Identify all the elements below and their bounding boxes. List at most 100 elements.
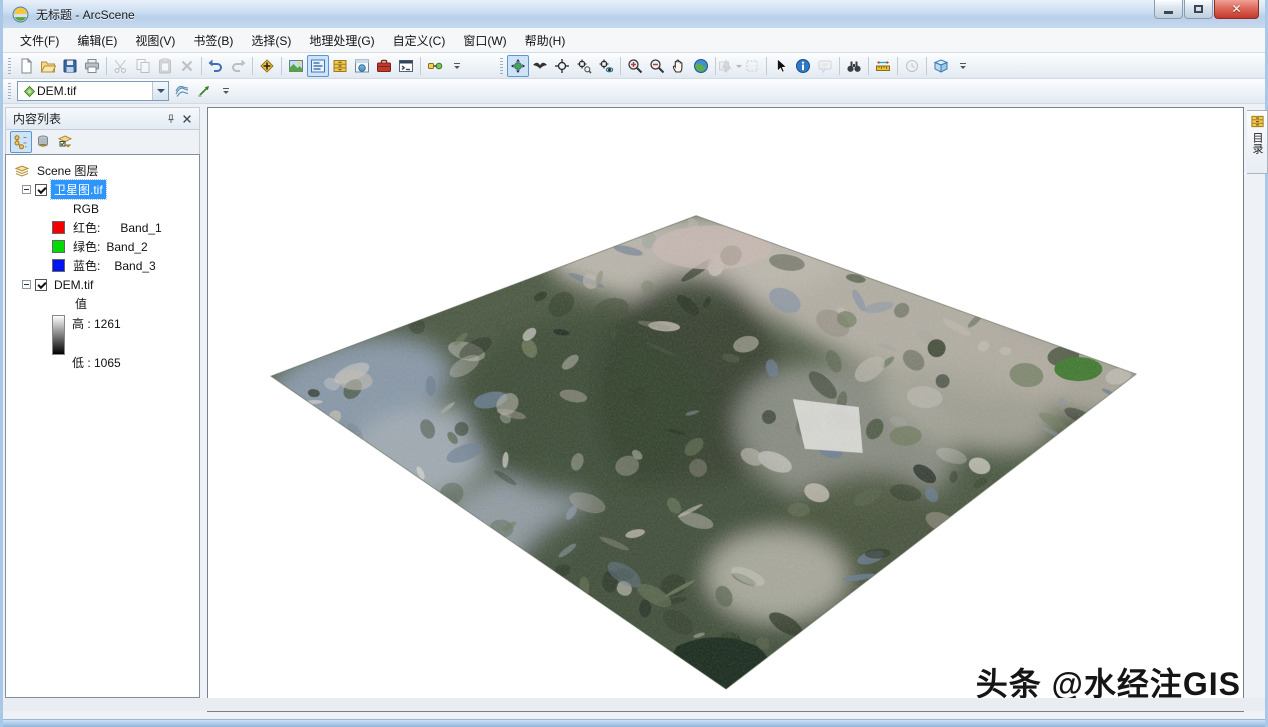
- measure-ruler-icon: [875, 58, 891, 74]
- interpolate-contour-button[interactable]: [171, 80, 193, 102]
- window-titlebar[interactable]: 无标题 - ArcScene ✕: [3, 0, 1265, 28]
- overflow-chevron-icon: [218, 83, 234, 99]
- list-by-source-button[interactable]: [32, 131, 54, 153]
- toolbar-separator: [420, 57, 421, 75]
- menu-customize[interactable]: 自定义(C): [384, 29, 455, 52]
- scene-layers-root[interactable]: Scene 图层: [6, 161, 199, 180]
- select-features-arrow-icon: [718, 58, 734, 74]
- search-window-button[interactable]: [351, 55, 373, 77]
- floppy-icon: [62, 58, 78, 74]
- toc-tree: Scene 图层 卫星图.tif RGB 红色: Band_1: [5, 154, 200, 698]
- minimize-button[interactable]: [1154, 0, 1183, 19]
- open-button[interactable]: [37, 55, 59, 77]
- layer-select-combo[interactable]: DEM.tif: [17, 81, 169, 101]
- toolbar-separator: [252, 57, 253, 75]
- select-elements-button[interactable]: [770, 55, 792, 77]
- dem-layer-name[interactable]: DEM.tif: [51, 277, 96, 293]
- steepest-path-button[interactable]: [193, 80, 215, 102]
- scene-root-label: Scene 图层: [34, 161, 101, 180]
- identify-button[interactable]: [792, 55, 814, 77]
- zoom-in-button[interactable]: [624, 55, 646, 77]
- toolbar-options-button[interactable]: [215, 80, 237, 102]
- contour-lines-icon: [174, 83, 190, 99]
- toolbar-row-1: [3, 53, 1265, 79]
- pan-button[interactable]: [668, 55, 690, 77]
- python-window-button[interactable]: [395, 55, 417, 77]
- copy-button: [132, 55, 154, 77]
- combo-dropdown-button[interactable]: [152, 82, 168, 100]
- collapse-expander[interactable]: [22, 185, 31, 194]
- toc-list-icon: [310, 58, 326, 74]
- html-popup-button: [814, 55, 836, 77]
- list-by-drawing-order-button[interactable]: [10, 131, 32, 153]
- center-on-target-button[interactable]: [551, 55, 573, 77]
- zoom-to-target-button[interactable]: [573, 55, 595, 77]
- menu-bar: 文件(F)编辑(E)视图(V)书签(B)选择(S)地理处理(G)自定义(C)窗口…: [3, 28, 1265, 53]
- toolbar-options-button[interactable]: [952, 55, 974, 77]
- scene-properties-button[interactable]: [930, 55, 952, 77]
- menu-bookmarks[interactable]: 书签(B): [184, 29, 242, 52]
- close-button[interactable]: ✕: [1214, 0, 1259, 19]
- fly-button[interactable]: [529, 55, 551, 77]
- save-button[interactable]: [59, 55, 81, 77]
- toolbar-separator: [766, 57, 767, 75]
- find-button[interactable]: [843, 55, 865, 77]
- toc-header: 内容列表: [5, 107, 200, 129]
- paste-button: [154, 55, 176, 77]
- window-title: 无标题 - ArcScene: [36, 6, 135, 23]
- zoom-target-icon: [576, 58, 592, 74]
- toolbar-options-button[interactable]: [446, 55, 468, 77]
- toolbar-grip[interactable]: [8, 58, 11, 74]
- full-extent-button[interactable]: [690, 55, 712, 77]
- panel-close-button[interactable]: [179, 111, 195, 126]
- clear-selection-icon: [744, 58, 760, 74]
- toolbar-grip[interactable]: [8, 83, 11, 99]
- print-button[interactable]: [81, 55, 103, 77]
- dem-legend: 高 : 1261 低 : 1065: [52, 315, 199, 371]
- standard-toolbar: [3, 53, 471, 78]
- modelbuilder-button[interactable]: [424, 55, 446, 77]
- navigate-button[interactable]: [507, 55, 529, 77]
- table-of-contents-button[interactable]: [307, 55, 329, 77]
- collapse-expander[interactable]: [22, 280, 31, 289]
- list-by-visibility-button[interactable]: [54, 131, 76, 153]
- menu-window[interactable]: 窗口(W): [454, 29, 515, 52]
- dem-layer-checkbox[interactable]: [35, 279, 47, 291]
- toolbar-separator: [897, 57, 898, 75]
- terminal-window-icon: [398, 58, 414, 74]
- menu-selection[interactable]: 选择(S): [242, 29, 300, 52]
- scene-viewport[interactable]: 头条 @水经注GIS: [207, 107, 1244, 712]
- maximize-button[interactable]: [1184, 0, 1213, 19]
- toolbar-grip[interactable]: [500, 58, 503, 74]
- toolbox-icon: [376, 58, 392, 74]
- toc-panel: 内容列表 Scene 图层: [5, 107, 200, 698]
- 3d-terrain-scene[interactable]: [208, 108, 1243, 711]
- toolbar-separator: [926, 57, 927, 75]
- band-row: 红色: Band_1: [6, 218, 199, 237]
- toolbar-separator: [106, 57, 107, 75]
- menu-file[interactable]: 文件(F): [11, 29, 68, 52]
- observer-target-icon: [598, 58, 614, 74]
- menu-edit[interactable]: 编辑(E): [68, 29, 126, 52]
- catalog-window-button[interactable]: [329, 55, 351, 77]
- new-scene-button[interactable]: [15, 55, 37, 77]
- popup-bubble-icon: [817, 58, 833, 74]
- satellite-layer-checkbox[interactable]: [35, 184, 47, 196]
- pin-icon: [165, 113, 177, 125]
- redo-arrow-icon: [230, 58, 246, 74]
- measure-button[interactable]: [872, 55, 894, 77]
- pin-button[interactable]: [163, 111, 179, 126]
- menu-help[interactable]: 帮助(H): [516, 29, 575, 52]
- set-observer-button[interactable]: [595, 55, 617, 77]
- cube-3d-icon: [933, 58, 949, 74]
- catalog-dock-tab[interactable]: 目录: [1247, 110, 1268, 174]
- menu-geoprocessing[interactable]: 地理处理(G): [300, 29, 383, 52]
- arctoolbox-button[interactable]: [373, 55, 395, 77]
- undo-button[interactable]: [205, 55, 227, 77]
- toolbar-separator: [620, 57, 621, 75]
- scene-thumbnail-button[interactable]: [285, 55, 307, 77]
- menu-view[interactable]: 视图(V): [126, 29, 184, 52]
- zoom-out-button[interactable]: [646, 55, 668, 77]
- add-data-button[interactable]: [256, 55, 278, 77]
- satellite-layer-name[interactable]: 卫星图.tif: [51, 180, 106, 199]
